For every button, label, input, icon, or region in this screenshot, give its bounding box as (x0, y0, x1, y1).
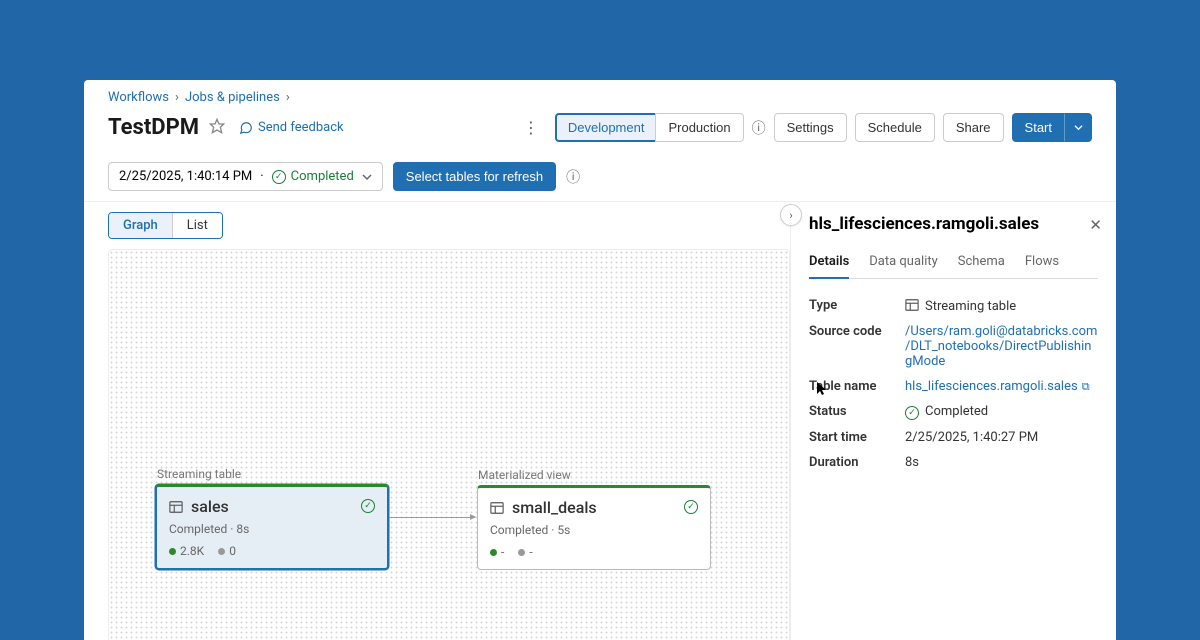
production-tab[interactable]: Production (655, 113, 743, 142)
select-tables-button[interactable]: Select tables for refresh (393, 162, 556, 191)
node-sales[interactable]: Streaming table sales ✓ Completed · 8s 2… (155, 484, 389, 570)
run-status-badge: ✓ Completed (272, 169, 354, 184)
breadcrumb: Workflows › Jobs & pipelines › (84, 80, 1116, 109)
node-title: sales (191, 497, 229, 516)
settings-button[interactable]: Settings (774, 113, 847, 142)
detail-key-duration: Duration (809, 455, 905, 470)
detail-value-duration: 8s (905, 455, 919, 470)
start-dropdown-button[interactable] (1065, 113, 1092, 142)
page-title: TestDPM (108, 115, 199, 140)
tab-schema[interactable]: Schema (958, 248, 1005, 278)
metric-dot-gray (218, 548, 225, 555)
env-toggle: Development Production (555, 113, 744, 142)
node-status: Completed · 8s (169, 522, 375, 536)
run-selector[interactable]: 2/25/2025, 1:40:14 PM · ✓ Completed (108, 162, 383, 191)
graph-view-tab[interactable]: Graph (109, 213, 172, 238)
chat-icon (239, 121, 253, 135)
cursor-icon (817, 382, 829, 400)
node-status: Completed · 5s (490, 523, 698, 537)
info-icon[interactable]: ⓘ (752, 118, 766, 138)
check-circle-icon: ✓ (905, 406, 919, 420)
tab-flows[interactable]: Flows (1025, 248, 1059, 278)
node-type-label: Streaming table (157, 467, 241, 481)
detail-value-start-time: 2/25/2025, 1:40:27 PM (905, 430, 1038, 445)
graph-edge (389, 517, 475, 518)
close-icon[interactable]: ✕ (1089, 216, 1102, 234)
chevron-down-icon (1074, 123, 1083, 132)
tab-details[interactable]: Details (809, 248, 849, 279)
view-toggle: Graph List (108, 212, 223, 239)
collapse-panel-button[interactable]: › (780, 204, 802, 226)
table-icon (905, 298, 919, 312)
detail-value-type: Streaming table (905, 298, 1016, 314)
detail-value-status: ✓Completed (905, 404, 988, 420)
node-small-deals[interactable]: Materialized view small_deals ✓ Complete… (477, 485, 711, 570)
detail-key-type: Type (809, 298, 905, 314)
table-icon (169, 500, 183, 514)
check-circle-icon: ✓ (361, 499, 375, 513)
detail-key-status: Status (809, 404, 905, 420)
favorite-star-icon[interactable] (209, 118, 225, 138)
info-icon[interactable]: ⓘ (566, 167, 580, 187)
more-menu-icon[interactable]: ⋮ (515, 114, 547, 141)
check-circle-icon: ✓ (272, 170, 286, 184)
breadcrumb-separator: › (286, 90, 290, 105)
metric-dot-green (490, 549, 497, 556)
detail-key-start-time: Start time (809, 430, 905, 445)
schedule-button[interactable]: Schedule (855, 113, 935, 142)
tab-data-quality[interactable]: Data quality (869, 248, 938, 278)
list-view-tab[interactable]: List (172, 213, 222, 238)
node-metrics: 2.8K 0 (169, 544, 375, 558)
metric-dot-green (169, 548, 176, 555)
details-panel: › ✕ hls_lifesciences.ramgoli.sales Detai… (790, 202, 1116, 640)
metric-dot-gray (518, 549, 525, 556)
breadcrumb-workflows[interactable]: Workflows (108, 90, 169, 105)
panel-title: hls_lifesciences.ramgoli.sales (809, 214, 1098, 234)
node-title: small_deals (512, 498, 597, 517)
detail-key-source: Source code (809, 324, 905, 369)
breadcrumb-jobs[interactable]: Jobs & pipelines (185, 90, 280, 105)
check-circle-icon: ✓ (684, 500, 698, 514)
node-type-label: Materialized view (478, 468, 571, 482)
send-feedback-link[interactable]: Send feedback (239, 120, 344, 135)
table-name-link[interactable]: hls_lifesciences.ramgoli.sales⧉ (905, 379, 1090, 394)
graph-canvas[interactable]: Streaming table sales ✓ Completed · 8s 2… (108, 249, 790, 640)
external-link-icon: ⧉ (1082, 380, 1090, 393)
share-button[interactable]: Share (943, 113, 1004, 142)
table-icon (490, 501, 504, 515)
start-button[interactable]: Start (1012, 113, 1065, 142)
run-timestamp: 2/25/2025, 1:40:14 PM (119, 169, 252, 184)
node-metrics: - - (490, 545, 698, 559)
source-code-link[interactable]: /Users/ram.goli@databricks.com/DLT_noteb… (905, 324, 1097, 369)
development-tab[interactable]: Development (555, 113, 656, 142)
chevron-down-icon (362, 172, 372, 182)
breadcrumb-separator: › (175, 90, 179, 105)
